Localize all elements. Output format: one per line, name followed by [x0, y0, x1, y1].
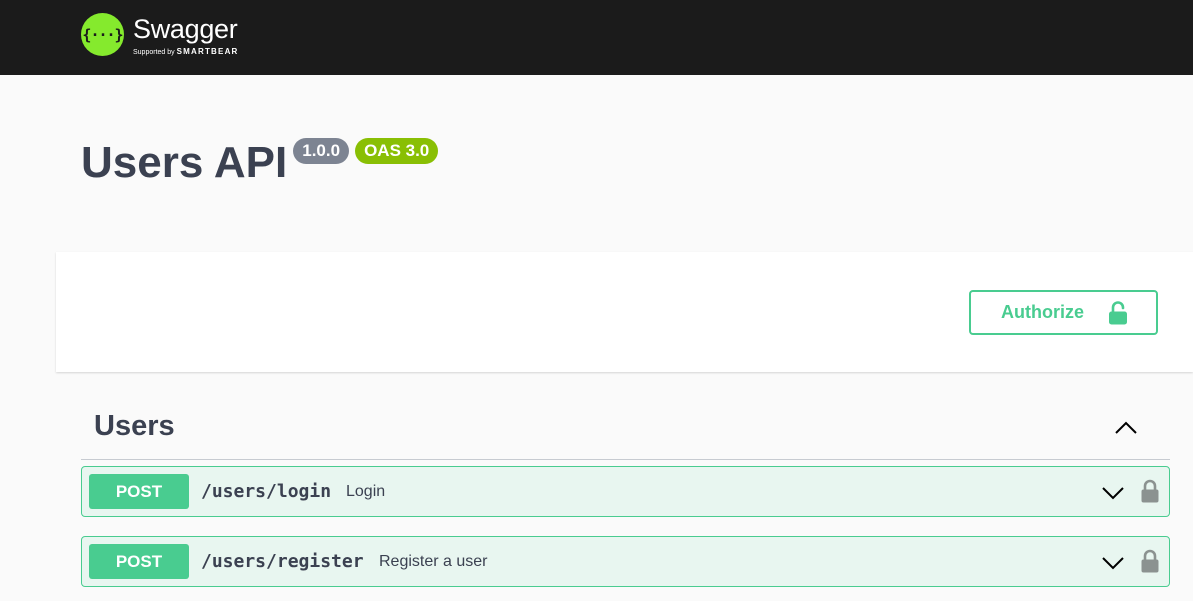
version-badge: 1.0.0 — [293, 138, 350, 164]
tag-title: Users — [94, 410, 175, 442]
logo-sub-brand: SMARTBEAR — [176, 47, 239, 56]
swagger-logo-icon: {···} — [81, 13, 124, 56]
logo-name: Swagger — [133, 14, 238, 44]
endpoint-summary: Login — [346, 483, 386, 500]
oas-badge: OAS 3.0 — [355, 138, 439, 164]
authorize-label: Authorize — [1001, 302, 1084, 322]
authorize-button[interactable]: Authorize — [969, 290, 1158, 335]
logo-icon-glyph: {···} — [82, 25, 123, 44]
topbar: {···} Swagger Supported by SMARTBEAR — [0, 0, 1193, 75]
swagger-logo[interactable]: {···} Swagger Supported by SMARTBEAR — [81, 13, 239, 63]
unlock-icon — [1109, 300, 1127, 324]
method-badge: POST — [89, 474, 189, 509]
opblock-post-users-register[interactable]: POST /users/register Register a user — [81, 536, 1170, 587]
lock-icon[interactable] — [1140, 479, 1160, 503]
api-info: Users API 1.0.0 OAS 3.0 — [81, 137, 439, 189]
logo-sub-prefix: Supported by — [133, 49, 175, 56]
logo-text: Swagger Supported by SMARTBEAR — [133, 13, 239, 58]
opblock-post-users-login[interactable]: POST /users/login Login — [81, 466, 1170, 517]
chevron-down-icon[interactable] — [1100, 550, 1126, 576]
method-badge: POST — [89, 544, 189, 579]
endpoint-summary: Register a user — [379, 553, 488, 570]
chevron-up-icon[interactable] — [1112, 414, 1140, 442]
endpoint-path: /users/login — [201, 481, 332, 502]
chevron-down-icon[interactable] — [1100, 480, 1126, 506]
logo-subtitle: Supported by SMARTBEAR — [133, 47, 239, 58]
tag-section-users[interactable]: Users — [81, 400, 1170, 460]
api-title: Users API — [81, 138, 288, 187]
lock-icon[interactable] — [1140, 549, 1160, 573]
endpoint-path: /users/register — [201, 551, 364, 572]
scheme-container: Authorize — [56, 252, 1193, 372]
